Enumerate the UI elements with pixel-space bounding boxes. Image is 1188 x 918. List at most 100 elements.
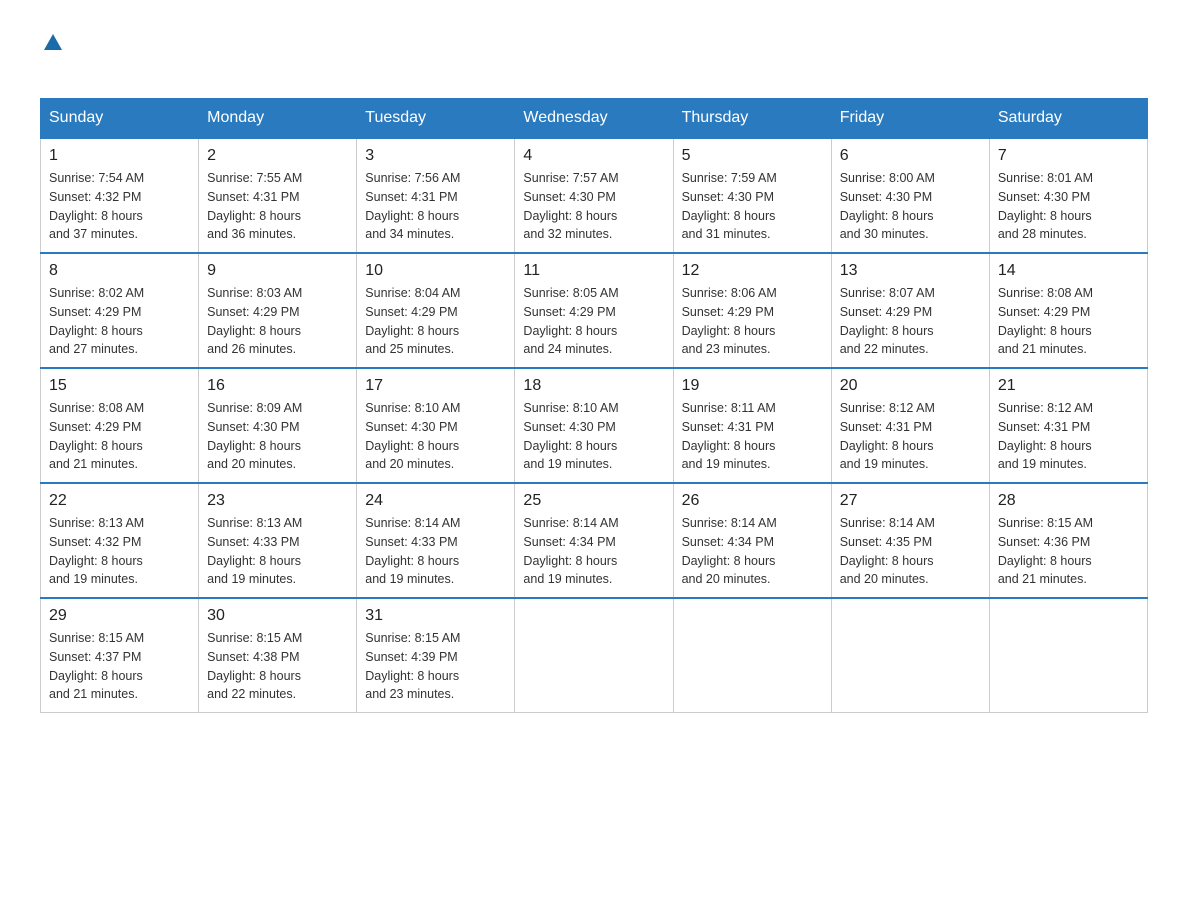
calendar-cell: 7 Sunrise: 8:01 AM Sunset: 4:30 PM Dayli… [989, 138, 1147, 253]
day-info: Sunrise: 8:09 AM Sunset: 4:30 PM Dayligh… [207, 399, 348, 474]
day-number: 22 [49, 492, 190, 510]
calendar-cell: 15 Sunrise: 8:08 AM Sunset: 4:29 PM Dayl… [41, 368, 199, 483]
day-info: Sunrise: 8:07 AM Sunset: 4:29 PM Dayligh… [840, 284, 981, 359]
day-info: Sunrise: 8:02 AM Sunset: 4:29 PM Dayligh… [49, 284, 190, 359]
calendar-cell: 28 Sunrise: 8:15 AM Sunset: 4:36 PM Dayl… [989, 483, 1147, 598]
calendar-cell: 23 Sunrise: 8:13 AM Sunset: 4:33 PM Dayl… [199, 483, 357, 598]
calendar-cell: 8 Sunrise: 8:02 AM Sunset: 4:29 PM Dayli… [41, 253, 199, 368]
day-number: 1 [49, 147, 190, 165]
calendar-header-row: SundayMondayTuesdayWednesdayThursdayFrid… [41, 99, 1148, 139]
calendar-cell: 22 Sunrise: 8:13 AM Sunset: 4:32 PM Dayl… [41, 483, 199, 598]
day-info: Sunrise: 8:06 AM Sunset: 4:29 PM Dayligh… [682, 284, 823, 359]
calendar-cell [515, 598, 673, 713]
calendar-cell: 27 Sunrise: 8:14 AM Sunset: 4:35 PM Dayl… [831, 483, 989, 598]
day-number: 10 [365, 262, 506, 280]
day-number: 11 [523, 262, 664, 280]
day-number: 15 [49, 377, 190, 395]
day-number: 3 [365, 147, 506, 165]
calendar-cell: 11 Sunrise: 8:05 AM Sunset: 4:29 PM Dayl… [515, 253, 673, 368]
day-number: 17 [365, 377, 506, 395]
day-number: 13 [840, 262, 981, 280]
header-monday: Monday [199, 99, 357, 139]
day-info: Sunrise: 8:14 AM Sunset: 4:33 PM Dayligh… [365, 514, 506, 589]
day-number: 12 [682, 262, 823, 280]
day-number: 2 [207, 147, 348, 165]
calendar-cell: 2 Sunrise: 7:55 AM Sunset: 4:31 PM Dayli… [199, 138, 357, 253]
day-info: Sunrise: 8:04 AM Sunset: 4:29 PM Dayligh… [365, 284, 506, 359]
day-number: 6 [840, 147, 981, 165]
calendar-cell: 21 Sunrise: 8:12 AM Sunset: 4:31 PM Dayl… [989, 368, 1147, 483]
day-info: Sunrise: 8:00 AM Sunset: 4:30 PM Dayligh… [840, 169, 981, 244]
day-number: 20 [840, 377, 981, 395]
calendar-cell: 17 Sunrise: 8:10 AM Sunset: 4:30 PM Dayl… [357, 368, 515, 483]
day-number: 4 [523, 147, 664, 165]
calendar-cell [831, 598, 989, 713]
calendar-cell: 14 Sunrise: 8:08 AM Sunset: 4:29 PM Dayl… [989, 253, 1147, 368]
header-sunday: Sunday [41, 99, 199, 139]
calendar-cell: 30 Sunrise: 8:15 AM Sunset: 4:38 PM Dayl… [199, 598, 357, 713]
calendar-cell [673, 598, 831, 713]
page-header [40, 30, 1148, 78]
calendar-cell: 18 Sunrise: 8:10 AM Sunset: 4:30 PM Dayl… [515, 368, 673, 483]
calendar-cell: 1 Sunrise: 7:54 AM Sunset: 4:32 PM Dayli… [41, 138, 199, 253]
day-info: Sunrise: 7:54 AM Sunset: 4:32 PM Dayligh… [49, 169, 190, 244]
calendar-cell: 26 Sunrise: 8:14 AM Sunset: 4:34 PM Dayl… [673, 483, 831, 598]
day-info: Sunrise: 8:15 AM Sunset: 4:37 PM Dayligh… [49, 629, 190, 704]
header-tuesday: Tuesday [357, 99, 515, 139]
day-number: 8 [49, 262, 190, 280]
day-info: Sunrise: 8:10 AM Sunset: 4:30 PM Dayligh… [523, 399, 664, 474]
day-info: Sunrise: 8:15 AM Sunset: 4:36 PM Dayligh… [998, 514, 1139, 589]
day-number: 14 [998, 262, 1139, 280]
day-info: Sunrise: 8:03 AM Sunset: 4:29 PM Dayligh… [207, 284, 348, 359]
day-info: Sunrise: 8:01 AM Sunset: 4:30 PM Dayligh… [998, 169, 1139, 244]
calendar-cell: 20 Sunrise: 8:12 AM Sunset: 4:31 PM Dayl… [831, 368, 989, 483]
header-saturday: Saturday [989, 99, 1147, 139]
header-thursday: Thursday [673, 99, 831, 139]
day-number: 21 [998, 377, 1139, 395]
calendar-cell: 13 Sunrise: 8:07 AM Sunset: 4:29 PM Dayl… [831, 253, 989, 368]
day-number: 19 [682, 377, 823, 395]
day-number: 29 [49, 607, 190, 625]
calendar-week-4: 22 Sunrise: 8:13 AM Sunset: 4:32 PM Dayl… [41, 483, 1148, 598]
calendar-cell: 25 Sunrise: 8:14 AM Sunset: 4:34 PM Dayl… [515, 483, 673, 598]
day-info: Sunrise: 8:12 AM Sunset: 4:31 PM Dayligh… [998, 399, 1139, 474]
day-number: 27 [840, 492, 981, 510]
logo [40, 30, 66, 78]
calendar-cell: 16 Sunrise: 8:09 AM Sunset: 4:30 PM Dayl… [199, 368, 357, 483]
day-number: 16 [207, 377, 348, 395]
day-info: Sunrise: 7:55 AM Sunset: 4:31 PM Dayligh… [207, 169, 348, 244]
calendar-cell: 4 Sunrise: 7:57 AM Sunset: 4:30 PM Dayli… [515, 138, 673, 253]
calendar-cell: 29 Sunrise: 8:15 AM Sunset: 4:37 PM Dayl… [41, 598, 199, 713]
calendar-cell [989, 598, 1147, 713]
calendar-cell: 9 Sunrise: 8:03 AM Sunset: 4:29 PM Dayli… [199, 253, 357, 368]
day-number: 24 [365, 492, 506, 510]
day-number: 9 [207, 262, 348, 280]
day-info: Sunrise: 8:15 AM Sunset: 4:39 PM Dayligh… [365, 629, 506, 704]
day-info: Sunrise: 8:14 AM Sunset: 4:34 PM Dayligh… [682, 514, 823, 589]
calendar-week-1: 1 Sunrise: 7:54 AM Sunset: 4:32 PM Dayli… [41, 138, 1148, 253]
day-number: 7 [998, 147, 1139, 165]
calendar-week-5: 29 Sunrise: 8:15 AM Sunset: 4:37 PM Dayl… [41, 598, 1148, 713]
calendar-cell: 31 Sunrise: 8:15 AM Sunset: 4:39 PM Dayl… [357, 598, 515, 713]
day-info: Sunrise: 8:08 AM Sunset: 4:29 PM Dayligh… [998, 284, 1139, 359]
day-number: 25 [523, 492, 664, 510]
day-number: 31 [365, 607, 506, 625]
day-info: Sunrise: 8:13 AM Sunset: 4:33 PM Dayligh… [207, 514, 348, 589]
header-friday: Friday [831, 99, 989, 139]
day-info: Sunrise: 8:15 AM Sunset: 4:38 PM Dayligh… [207, 629, 348, 704]
calendar-week-2: 8 Sunrise: 8:02 AM Sunset: 4:29 PM Dayli… [41, 253, 1148, 368]
calendar-table: SundayMondayTuesdayWednesdayThursdayFrid… [40, 98, 1148, 713]
day-info: Sunrise: 8:11 AM Sunset: 4:31 PM Dayligh… [682, 399, 823, 474]
day-number: 28 [998, 492, 1139, 510]
calendar-week-3: 15 Sunrise: 8:08 AM Sunset: 4:29 PM Dayl… [41, 368, 1148, 483]
day-info: Sunrise: 7:59 AM Sunset: 4:30 PM Dayligh… [682, 169, 823, 244]
day-info: Sunrise: 8:05 AM Sunset: 4:29 PM Dayligh… [523, 284, 664, 359]
day-info: Sunrise: 7:57 AM Sunset: 4:30 PM Dayligh… [523, 169, 664, 244]
day-info: Sunrise: 8:14 AM Sunset: 4:35 PM Dayligh… [840, 514, 981, 589]
day-info: Sunrise: 7:56 AM Sunset: 4:31 PM Dayligh… [365, 169, 506, 244]
calendar-cell: 12 Sunrise: 8:06 AM Sunset: 4:29 PM Dayl… [673, 253, 831, 368]
calendar-cell: 5 Sunrise: 7:59 AM Sunset: 4:30 PM Dayli… [673, 138, 831, 253]
calendar-cell: 3 Sunrise: 7:56 AM Sunset: 4:31 PM Dayli… [357, 138, 515, 253]
header-wednesday: Wednesday [515, 99, 673, 139]
logo-triangle-icon [42, 32, 64, 52]
